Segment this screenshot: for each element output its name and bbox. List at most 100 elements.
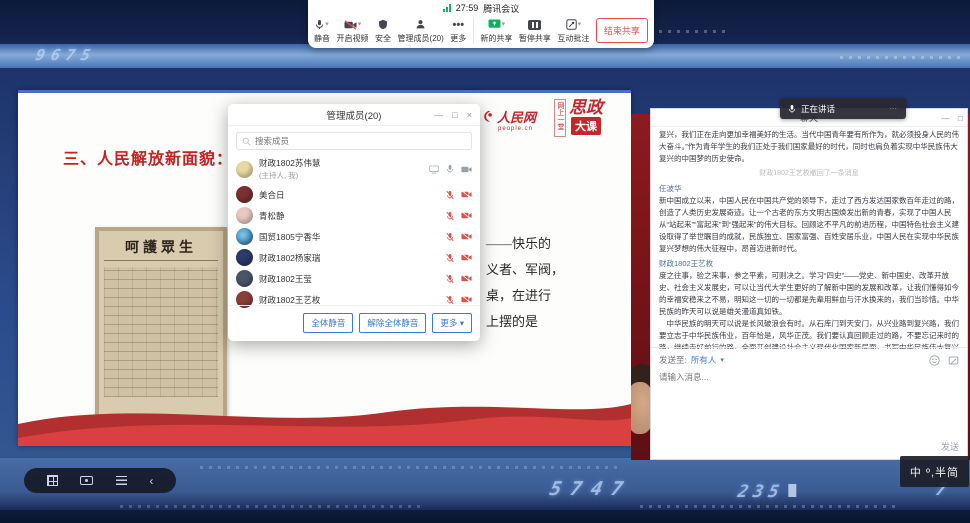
recall-notice: 财政1802王艺枚撤回了一条消息 — [659, 168, 959, 180]
more-button[interactable]: ••• 更多 — [450, 18, 466, 44]
mic-icon — [315, 19, 324, 30]
camera-off-icon — [344, 20, 357, 30]
chat-message-text: 新中国成立以来，中国人民在中国共产党的领导下，走过了西方发达国家数百年走过的路，… — [659, 195, 959, 255]
wallpaper-pattern — [200, 466, 620, 469]
sizheng-course-logo: 网上一堂 思政 大课 — [554, 99, 603, 137]
security-button[interactable]: 安全 — [375, 18, 391, 44]
grid-icon[interactable] — [47, 475, 58, 486]
mute-button[interactable]: ▾ 静音 — [314, 18, 330, 44]
camera-off-icon[interactable] — [461, 295, 472, 304]
collapse-arrow-icon[interactable]: ‹ — [149, 475, 153, 487]
camera-off-icon[interactable] — [461, 232, 472, 241]
people-cn-logo: 人民网 people.cn — [482, 107, 536, 132]
member-row[interactable]: 财政1802王莹 — [228, 268, 480, 289]
share-screen-icon — [488, 19, 501, 30]
mic-muted-icon[interactable] — [446, 232, 454, 242]
slide-red-waves — [18, 384, 631, 446]
pause-icon — [528, 20, 541, 30]
avatar — [236, 207, 253, 224]
mic-muted-icon[interactable] — [446, 190, 454, 200]
newspaper-cartoon — [104, 267, 218, 397]
sharing-icon[interactable] — [429, 165, 439, 174]
emoji-icon[interactable] — [929, 355, 940, 366]
chevron-down-icon: ▾ — [720, 356, 724, 364]
mic-muted-icon[interactable] — [446, 253, 454, 263]
end-share-button[interactable]: 结束共享 — [596, 18, 648, 43]
chat-window: 聊天 — □ 一代青年有一代青年的历史际遇，我们的国家正在走向繁荣富强，我们的民… — [650, 108, 968, 460]
manage-members-dialog: 管理成员(20) — □ × 财政1802苏伟慧 (主持人, 我) 美合日 — [228, 104, 480, 341]
chat-minimize-button[interactable]: — — [941, 113, 950, 123]
members-icon — [415, 19, 426, 30]
annotate-icon — [566, 19, 577, 30]
meeting-timer: 27:59 — [456, 3, 479, 13]
slide-title: 三、人民解放新面貌：由 — [63, 145, 250, 169]
chevron-down-icon[interactable]: ▾ — [578, 21, 582, 28]
mute-all-button[interactable]: 全体静音 — [303, 313, 353, 333]
more-button[interactable]: 更多 ▾ — [432, 313, 472, 333]
presenter-face — [631, 364, 652, 460]
mic-muted-icon[interactable] — [446, 274, 454, 284]
camera-off-icon[interactable] — [461, 253, 472, 262]
member-row[interactable]: 美合日 — [228, 184, 480, 205]
new-share-button[interactable]: ▾ 新的共享 — [480, 18, 512, 44]
avatar — [236, 270, 253, 287]
floating-tool-pill[interactable]: ‹ — [24, 468, 176, 493]
wallpaper-number: 9675 — [34, 46, 98, 64]
app-name: 腾讯会议 — [483, 2, 519, 15]
member-search-box[interactable] — [236, 132, 472, 150]
toolbar-divider — [473, 18, 474, 44]
chevron-down-icon[interactable]: ▾ — [358, 21, 362, 28]
wallpaper-number: 235 — [736, 482, 798, 502]
send-to-select[interactable]: 所有人 — [691, 354, 717, 366]
pause-share-button[interactable]: 暂停共享 — [519, 18, 551, 44]
speaking-label: 正在讲话 — [801, 103, 835, 115]
shield-icon — [378, 19, 388, 30]
chat-maximize-button[interactable]: □ — [958, 113, 963, 123]
wallpaper-pattern — [120, 505, 420, 508]
camera-icon[interactable] — [80, 476, 93, 485]
annotation-button[interactable]: ▾ 互动批注 — [557, 18, 589, 44]
start-video-button[interactable]: ▾ 开启视频 — [337, 18, 369, 44]
chat-sender-name: 任波华 — [659, 183, 959, 195]
dialog-maximize-button[interactable]: □ — [452, 110, 457, 120]
member-row[interactable]: 国贸1805宁香华 — [228, 226, 480, 247]
search-icon — [242, 137, 251, 146]
dialog-close-button[interactable]: × — [467, 110, 472, 120]
speaking-names: ⋯ — [889, 104, 898, 113]
camera-off-icon[interactable] — [461, 190, 472, 199]
chat-sender-name: 财政1802王艺枚 — [659, 258, 959, 270]
chevron-down-icon[interactable]: ▾ — [325, 21, 329, 28]
dialog-minimize-button[interactable]: — — [434, 110, 443, 120]
unmute-all-button[interactable]: 解除全体静音 — [359, 313, 426, 333]
wallpaper-number: 5747 — [548, 478, 634, 500]
camera-off-icon[interactable] — [461, 211, 472, 220]
ime-status-bar[interactable]: 中 º,半简 — [900, 456, 969, 487]
camera-icon[interactable] — [461, 165, 472, 174]
more-icon: ••• — [453, 18, 465, 32]
list-icon[interactable] — [116, 476, 127, 485]
wallpaper-pattern — [840, 56, 960, 59]
send-button[interactable]: 发送 — [941, 440, 959, 453]
network-signal-icon — [443, 4, 451, 12]
member-search-input[interactable] — [255, 136, 455, 146]
mic-muted-icon[interactable] — [446, 295, 454, 305]
chat-input[interactable] — [659, 372, 949, 382]
manage-members-button[interactable]: 管理成员(20) — [398, 18, 444, 44]
screenshot-icon[interactable] — [948, 355, 959, 366]
chat-message-text: 中华民族的明天可以说是长风破浪会有时。从石库门到天安门，从兴业路到复兴路，我们要… — [659, 318, 959, 349]
camera-off-icon[interactable] — [461, 274, 472, 283]
chat-message-list[interactable]: 一代青年有一代青年的历史际遇，我们的国家正在走向繁荣富强，我们的民族正在走向伟大… — [651, 127, 967, 349]
mic-icon[interactable] — [446, 164, 454, 174]
mic-icon — [788, 104, 796, 114]
chevron-down-icon[interactable]: ▾ — [502, 21, 506, 28]
mic-muted-icon[interactable] — [446, 211, 454, 221]
newspaper-heading: 呵護眾生 — [104, 237, 218, 261]
member-row[interactable]: 青松静 — [228, 205, 480, 226]
host-badge: (主持人, 我) — [259, 170, 320, 181]
slide-body-text: ——快乐的 义者、军阀， 桌，在进行 上摆的是 — [486, 231, 564, 335]
speaking-indicator: 正在讲话 ⋯ — [780, 98, 906, 119]
member-row[interactable]: 财政1802杨家瑞 — [228, 247, 480, 268]
avatar — [236, 249, 253, 266]
member-row[interactable]: 财政1802苏伟慧 (主持人, 我) — [228, 154, 480, 184]
cursor-block — [788, 484, 796, 497]
